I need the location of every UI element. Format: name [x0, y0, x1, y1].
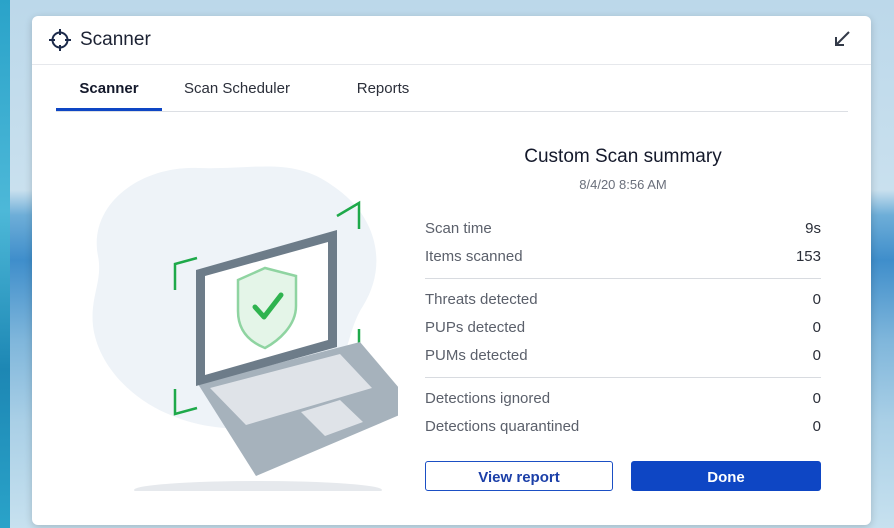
window-title: Scanner — [80, 29, 151, 50]
desktop-edge — [0, 0, 10, 528]
row-value: 0 — [812, 347, 821, 364]
row-label: Scan time — [425, 220, 492, 237]
row-items-scanned: Items scanned 153 — [425, 248, 821, 270]
row-label: Detections quarantined — [425, 418, 580, 435]
tab-reports[interactable]: Reports — [345, 64, 421, 110]
scanner-window: Scanner Scanner Scan Scheduler Reports C… — [32, 16, 871, 525]
laptop-shield-illustration — [92, 166, 398, 491]
crosshair-icon — [49, 29, 71, 51]
row-value: 0 — [812, 319, 821, 336]
done-button[interactable]: Done — [631, 461, 821, 491]
row-pums-detected: PUMs detected 0 — [425, 347, 821, 369]
divider — [425, 377, 821, 378]
summary-title: Custom Scan summary — [524, 146, 722, 167]
row-label: Threats detected — [425, 291, 538, 308]
summary-date: 8/4/20 8:56 AM — [579, 177, 667, 192]
restore-arrow-icon[interactable] — [833, 30, 851, 48]
row-scan-time: Scan time 9s — [425, 220, 821, 242]
titlebar: Scanner — [32, 16, 871, 65]
row-value: 0 — [812, 291, 821, 308]
row-detections-ignored: Detections ignored 0 — [425, 390, 821, 412]
tab-scanner[interactable]: Scanner — [56, 64, 162, 111]
row-label: PUPs detected — [425, 319, 526, 336]
row-label: Detections ignored — [425, 390, 551, 407]
row-label: PUMs detected — [425, 347, 528, 364]
laptop-shadow — [134, 481, 382, 491]
tab-bar: Scanner Scan Scheduler Reports — [56, 64, 848, 112]
row-pups-detected: PUPs detected 0 — [425, 319, 821, 341]
row-label: Items scanned — [425, 248, 523, 265]
view-report-button[interactable]: View report — [425, 461, 613, 491]
row-value: 0 — [812, 390, 821, 407]
row-value: 153 — [795, 248, 821, 265]
row-value: 9s — [805, 220, 821, 237]
tab-scan-scheduler[interactable]: Scan Scheduler — [173, 64, 301, 110]
row-value: 0 — [812, 418, 821, 435]
row-detections-quarantined: Detections quarantined 0 — [425, 418, 821, 440]
row-threats-detected: Threats detected 0 — [425, 291, 821, 313]
divider — [425, 278, 821, 279]
